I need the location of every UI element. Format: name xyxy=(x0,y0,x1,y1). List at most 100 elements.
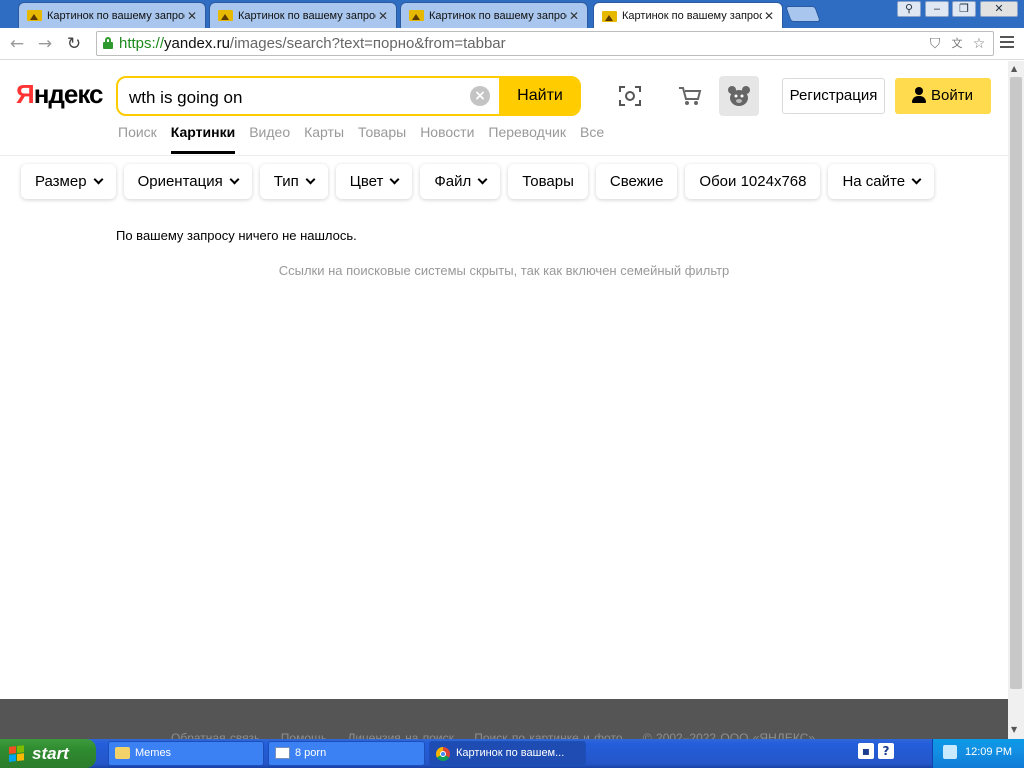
minimize-button[interactable]: ‒ xyxy=(925,1,949,17)
tab-title: Картинок по вашему запросу ничего не наш… xyxy=(429,9,567,22)
clear-icon[interactable]: × xyxy=(470,86,490,106)
service-tab-maps[interactable]: Карты xyxy=(304,124,344,154)
footer-link-image-search[interactable]: Поиск по картинке и фото xyxy=(474,731,622,739)
search-input[interactable]: wth is going on xyxy=(129,88,242,108)
chevron-down-icon xyxy=(305,174,316,185)
tab-title: Картинок по вашему запросу ничего не наш… xyxy=(47,9,185,22)
back-icon[interactable]: ← xyxy=(6,33,28,55)
close-icon[interactable]: ✕ xyxy=(762,9,776,23)
camera-search-icon[interactable] xyxy=(612,78,648,114)
taskbar-item-chrome[interactable]: Картинок по вашем... xyxy=(429,741,586,766)
service-tab-images[interactable]: Картинки xyxy=(170,124,236,154)
browser-tab-active[interactable]: Картинок по вашему запросу ничего не наш… xyxy=(593,2,783,29)
search-button[interactable]: Найти xyxy=(499,78,579,114)
filter-on-site[interactable]: На сайте xyxy=(828,164,935,199)
new-tab-button[interactable] xyxy=(785,6,821,22)
image-icon xyxy=(218,10,233,21)
footer-link-feedback[interactable]: Обратная связь xyxy=(171,731,260,739)
image-icon xyxy=(27,10,42,21)
register-button[interactable]: Регистрация xyxy=(782,78,885,114)
close-icon[interactable]: ✕ xyxy=(567,9,581,23)
scroll-up-icon[interactable]: ▲ xyxy=(1011,64,1017,73)
scroll-down-icon[interactable]: ▼ xyxy=(1011,725,1017,734)
forward-icon[interactable]: → xyxy=(34,33,56,55)
service-tab-news[interactable]: Новости xyxy=(420,124,474,154)
address-bar[interactable]: https://yandex.ru/images/search?text=пор… xyxy=(96,31,994,56)
lock-icon xyxy=(103,37,113,49)
vertical-scrollbar[interactable]: ▲ ▼ xyxy=(1008,61,1024,739)
browser-tab[interactable]: Картинок по вашему запросу ничего не наш… xyxy=(18,2,206,28)
system-tray: 12:09 PM xyxy=(932,739,1024,768)
service-tab-video[interactable]: Видео xyxy=(249,124,290,154)
family-filter-notice: Ссылки на поисковые системы скрыты, так … xyxy=(278,263,730,278)
page-content: Яндекс wth is going on × Найти Регистрац… xyxy=(0,61,1008,739)
translate-icon[interactable]: 文 xyxy=(949,36,965,52)
filter-fresh[interactable]: Свежие xyxy=(595,164,678,199)
scrollbar-thumb[interactable] xyxy=(1010,77,1022,689)
browser-tab[interactable]: Картинок по вашему запросу ничего не наш… xyxy=(209,2,397,28)
reload-icon[interactable]: ↻ xyxy=(63,33,85,55)
image-icon xyxy=(409,10,424,21)
filter-size[interactable]: Размер xyxy=(21,164,116,199)
service-tab-search[interactable]: Поиск xyxy=(118,124,157,154)
chevron-down-icon xyxy=(229,174,240,185)
service-tab-translate[interactable]: Переводчик xyxy=(488,124,566,154)
browser-tab[interactable]: Картинок по вашему запросу ничего не наш… xyxy=(400,2,588,28)
footer-links: Обратная связь Помощь Лицензия на поиск … xyxy=(171,731,831,739)
tab-title: Картинок по вашему запросу ничего не наш… xyxy=(238,9,376,22)
user-icon xyxy=(911,87,927,104)
help-icon[interactable]: ? xyxy=(878,743,894,759)
filter-goods[interactable]: Товары xyxy=(508,164,588,199)
menu-icon[interactable] xyxy=(1000,36,1014,50)
footer-copyright: © 2002–2022 ООО «ЯНДЕКС» xyxy=(642,731,816,739)
service-tab-all[interactable]: Все xyxy=(580,124,604,154)
filter-bar: Размер Ориентация Тип Цвет Файл Товары С… xyxy=(21,164,935,199)
close-icon[interactable]: ✕ xyxy=(376,9,390,23)
taskbar-item-memes[interactable]: Memes xyxy=(108,741,264,766)
start-button[interactable]: start xyxy=(0,739,96,768)
image-icon xyxy=(602,10,617,22)
taskbar: start Memes 8 porn Картинок по вашем... … xyxy=(0,739,1024,768)
tab-title: Картинок по вашему запросу ничего не наш… xyxy=(622,10,762,22)
close-window-button[interactable]: ✕ xyxy=(980,1,1018,17)
bear-icon[interactable] xyxy=(719,76,759,116)
chevron-down-icon xyxy=(477,174,488,185)
chevron-down-icon xyxy=(389,174,400,185)
clock[interactable]: 12:09 PM xyxy=(965,746,1012,758)
chrome-icon xyxy=(436,747,450,761)
footer: Обратная связь Помощь Лицензия на поиск … xyxy=(0,699,1008,739)
services-nav: Поиск Картинки Видео Карты Товары Новост… xyxy=(118,124,604,154)
notepad-icon xyxy=(275,747,290,759)
filter-orientation[interactable]: Ориентация xyxy=(123,164,252,199)
footer-link-license[interactable]: Лицензия на поиск xyxy=(347,731,453,739)
star-icon[interactable]: ☆ xyxy=(971,36,987,52)
yandex-logo[interactable]: Яндекс xyxy=(16,79,103,110)
login-button[interactable]: Войти xyxy=(895,78,991,114)
service-tab-market[interactable]: Товары xyxy=(358,124,406,154)
quick-tray: ▪ ? xyxy=(858,743,894,764)
chevron-down-icon xyxy=(93,174,104,185)
filter-color[interactable]: Цвет xyxy=(335,164,413,199)
taskbar-item-notepad[interactable]: 8 porn xyxy=(268,741,425,766)
footer-link-help[interactable]: Помощь xyxy=(281,731,327,739)
divider xyxy=(0,155,1008,156)
folder-icon xyxy=(115,747,130,759)
filter-type[interactable]: Тип xyxy=(259,164,328,199)
desktop-icon[interactable]: ▪ xyxy=(858,743,874,759)
shield-icon[interactable]: ⛉ xyxy=(927,36,943,52)
browser-toolbar: ← → ↻ https://yandex.ru/images/search?te… xyxy=(0,28,1024,60)
filter-file[interactable]: Файл xyxy=(420,164,501,199)
filter-wallpapers[interactable]: Обои 1024x768 xyxy=(685,164,821,199)
no-results-message: По вашему запросу ничего не нашлось. xyxy=(116,228,357,243)
search-box: wth is going on × Найти xyxy=(116,76,581,116)
user-icon[interactable]: ⚲ xyxy=(897,1,921,17)
cart-icon[interactable] xyxy=(672,78,708,114)
network-icon[interactable] xyxy=(943,745,957,759)
restore-button[interactable]: ❐ xyxy=(952,1,976,17)
login-label: Войти xyxy=(931,87,973,104)
browser-tab-strip: Картинок по вашему запросу ничего не наш… xyxy=(0,0,1024,29)
chevron-down-icon xyxy=(911,174,922,185)
close-icon[interactable]: ✕ xyxy=(185,9,199,23)
url-text: https://yandex.ru/images/search?text=пор… xyxy=(119,35,506,52)
windows-logo-icon xyxy=(9,745,25,762)
